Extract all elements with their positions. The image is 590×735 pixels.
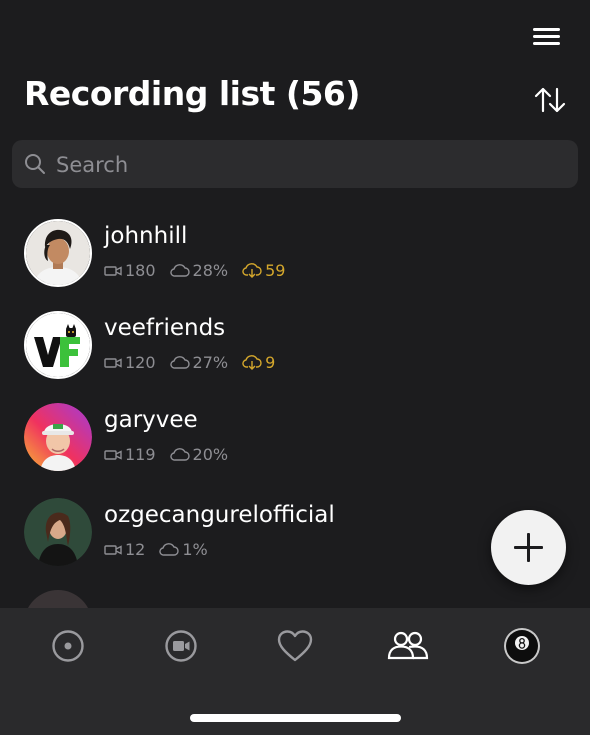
cloud-icon: [169, 356, 190, 369]
cloud-usage-value: 1%: [182, 540, 208, 559]
add-button[interactable]: [491, 510, 566, 585]
cloud-usage: 1%: [159, 540, 208, 559]
video-count: 12: [104, 540, 145, 559]
menu-bar: [533, 28, 560, 31]
recording-stats: 12 1%: [104, 540, 222, 559]
recording-stats: 120 27% 9: [104, 353, 289, 372]
cloud-download-icon: [242, 263, 262, 278]
tab-profile[interactable]: [500, 624, 544, 668]
recording-row-veefriends[interactable]: veefriends 120 27% 9: [24, 311, 564, 391]
video-camera-icon: [165, 630, 197, 662]
recording-name: ozgecangurelofficial: [104, 502, 335, 528]
video-count: 119: [104, 445, 156, 464]
people-icon: [387, 631, 429, 660]
download-count: 59: [242, 261, 285, 280]
video-count-value: 119: [125, 445, 156, 464]
cloud-usage-value: 28%: [192, 261, 229, 280]
cloud-usage: 20%: [169, 445, 229, 464]
menu-bar: [533, 35, 560, 38]
video-count: 180: [104, 261, 156, 280]
video-camera-icon: [104, 357, 122, 368]
plus-icon: [527, 533, 530, 562]
cloud-icon: [159, 543, 180, 556]
recording-name: veefriends: [104, 315, 226, 341]
cloud-usage-value: 27%: [192, 353, 229, 372]
cloud-usage: 28%: [169, 261, 229, 280]
cloud-icon: [169, 448, 190, 461]
video-count-value: 120: [125, 353, 156, 372]
search-bar[interactable]: [12, 140, 578, 190]
recording-name: garyvee: [104, 407, 198, 433]
tab-people[interactable]: [386, 624, 430, 668]
cloud-icon: [169, 264, 190, 277]
avatar-garyvee[interactable]: [24, 403, 92, 471]
home-indicator: [190, 714, 401, 722]
video-count: 120: [104, 353, 156, 372]
download-count-value: 9: [265, 353, 276, 372]
avatar-ozgecangurelofficial[interactable]: [24, 498, 92, 566]
magnifier-icon: [25, 154, 45, 174]
profile-eight-ball-icon: [504, 628, 540, 664]
cloud-usage-value: 20%: [192, 445, 229, 464]
video-count-value: 180: [125, 261, 156, 280]
video-camera-icon: [104, 265, 122, 276]
video-camera-icon: [104, 544, 122, 555]
download-count: 9: [242, 353, 275, 372]
cloud-download-icon: [242, 355, 262, 370]
recording-stats: 119 20%: [104, 445, 242, 464]
search-input[interactable]: [54, 140, 558, 190]
video-camera-icon: [104, 449, 122, 460]
tab-bar: [0, 608, 590, 735]
recording-row-johnhill[interactable]: johnhill 180 28% 59: [24, 219, 564, 299]
avatar-partial: [24, 590, 92, 608]
record-icon: [52, 630, 84, 662]
avatar-veefriends-logo[interactable]: [24, 311, 92, 379]
recording-row-ozgecangurelofficial[interactable]: ozgecangurelofficial 12 1%: [24, 498, 564, 578]
tab-favorites[interactable]: [273, 624, 317, 668]
tab-record[interactable]: [46, 624, 90, 668]
recording-name: johnhill: [104, 223, 188, 249]
menu-bar: [533, 42, 560, 45]
recording-row-garyvee[interactable]: garyvee 119 20%: [24, 403, 564, 483]
avatar-johnhill[interactable]: [24, 219, 92, 287]
menu-button[interactable]: [528, 24, 564, 50]
video-count-value: 12: [125, 540, 146, 559]
heart-icon: [277, 630, 313, 662]
sort-arrows-icon: [534, 87, 566, 113]
download-count-value: 59: [265, 261, 286, 280]
sort-button[interactable]: [530, 84, 570, 116]
cloud-usage: 27%: [169, 353, 229, 372]
recording-stats: 180 28% 59: [104, 261, 299, 280]
page-title: Recording list (56): [24, 74, 360, 113]
tab-videos[interactable]: [159, 624, 203, 668]
